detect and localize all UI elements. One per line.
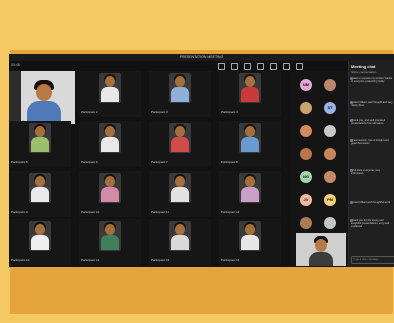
chat-message: It was brilliant, well thought and very … [350, 101, 393, 108]
participant-name: Participant 9 [11, 210, 28, 214]
participant-avatar [105, 224, 115, 235]
window-title: PRESENTATION MEETING [9, 54, 394, 61]
chat-message-text: Thank you, and well prepared presentatio… [351, 119, 386, 126]
participant-name: Participant 8 [221, 160, 238, 164]
participant-name: Participant 14 [81, 258, 100, 262]
participant-avatar [105, 76, 115, 87]
meeting-chat-panel: Meeting chat Show conversation Type a ne… [348, 61, 394, 267]
chat-message: Thank you for the lovely and insightful … [350, 219, 393, 229]
participant-avatar [105, 126, 115, 137]
participant-tile[interactable]: Participant 14 [79, 219, 141, 265]
participant-tile[interactable]: Participant 4 [219, 71, 281, 117]
participant-name: Participant 11 [151, 210, 170, 214]
sender-avatar-icon [350, 77, 353, 80]
participant-avatar [245, 126, 255, 137]
participant-avatar [175, 76, 185, 87]
participant-tile[interactable]: Participant 6 [79, 121, 141, 167]
roster-avatar[interactable] [324, 217, 336, 229]
participant-avatar [245, 176, 255, 187]
chat-icon[interactable] [231, 63, 238, 70]
chat-message-text: Great session, lots of insight and good … [351, 139, 389, 146]
participant-name: Participant 7 [151, 160, 168, 164]
roster-avatar[interactable]: NM [300, 79, 312, 91]
presenter-tile[interactable]: Presenter [9, 71, 75, 124]
participant-tile[interactable]: Participant 13 [9, 219, 71, 265]
participant-tile[interactable]: Participant 5 [9, 121, 71, 167]
roster-avatar[interactable]: JV [300, 194, 312, 206]
more-icon[interactable] [257, 63, 264, 70]
roster-avatar[interactable] [324, 148, 336, 160]
chat-subtitle[interactable]: Show conversation [351, 70, 376, 74]
roster-avatar[interactable] [324, 79, 336, 91]
people-icon[interactable] [218, 63, 225, 70]
participant-name: Participant 10 [81, 210, 100, 214]
participant-avatar [35, 224, 45, 235]
roster-avatar[interactable]: PM [324, 194, 336, 206]
participant-name: Participant 3 [151, 110, 168, 114]
camera-icon[interactable] [270, 63, 277, 70]
participant-avatar [175, 126, 185, 137]
chat-message-text: Well done everyone, very informative [351, 169, 381, 176]
roster-avatar[interactable] [300, 102, 312, 114]
participant-avatar [35, 126, 45, 137]
sender-avatar-icon [350, 169, 353, 172]
participant-avatar [175, 224, 185, 235]
participant-avatar [175, 176, 185, 187]
participant-tile[interactable]: Participant 11 [149, 171, 211, 217]
participant-avatar [245, 76, 255, 87]
participant-tile[interactable]: Participant 3 [149, 71, 211, 117]
meeting-toolbar: 00:46 [9, 61, 347, 71]
meeting-timer: 00:46 [11, 63, 20, 67]
participant-name: Participant 4 [221, 110, 238, 114]
participant-name: Participant 13 [11, 258, 30, 262]
chat-message: Well done everyone, very informative [350, 169, 393, 176]
chat-message-text: It was brilliant and thoughtful work [351, 201, 391, 204]
raise-hand-icon[interactable] [244, 63, 251, 70]
roster-avatar[interactable]: NG [300, 171, 312, 183]
chat-input[interactable]: Type a new message [351, 256, 394, 264]
participant-tile[interactable]: Participant 2 [79, 71, 141, 117]
chat-message-text: Thank you for the lovely and insightful … [351, 219, 390, 229]
participant-tile[interactable]: Participant 10 [79, 171, 141, 217]
participant-name: Participant 6 [81, 160, 98, 164]
sender-avatar-icon [350, 139, 353, 142]
roster-avatar[interactable] [324, 125, 336, 137]
participant-tile[interactable]: Participant 15 [149, 219, 211, 265]
sender-avatar-icon [350, 119, 353, 122]
chat-message: I want to express my sincere thanks to e… [350, 77, 393, 84]
chat-message: Great session, lots of insight and good … [350, 139, 393, 146]
sender-avatar-icon [350, 101, 353, 104]
share-icon[interactable] [296, 63, 303, 70]
participant-name: Participant 16 [221, 258, 240, 262]
roster-avatar[interactable] [300, 217, 312, 229]
roster-avatar[interactable] [300, 125, 312, 137]
participant-avatar [105, 176, 115, 187]
participant-avatar [245, 224, 255, 235]
participant-name: Participant 2 [81, 110, 98, 114]
participant-tile[interactable]: Participant 9 [9, 171, 71, 217]
participant-name: Participant 5 [11, 160, 28, 164]
presenter-avatar [36, 84, 52, 101]
participant-tile[interactable]: Participant 7 [149, 121, 211, 167]
participant-tile[interactable]: Participant 16 [219, 219, 281, 265]
participant-avatar [35, 176, 45, 187]
participant-tile[interactable]: Participant 8 [219, 121, 281, 167]
chat-title: Meeting chat [351, 64, 376, 69]
roster-avatar[interactable] [300, 148, 312, 160]
participant-tile[interactable]: Participant 12 [219, 171, 281, 217]
participant-name: Participant 12 [221, 210, 240, 214]
self-view [296, 233, 346, 266]
chat-message: It was brilliant and thoughtful work [350, 201, 393, 204]
meeting-window: PRESENTATION MEETING 00:46 Leave Present… [9, 54, 394, 267]
chat-message-text: I want to express my sincere thanks to e… [351, 77, 393, 84]
participant-name: Participant 15 [151, 258, 170, 262]
chat-message-text: It was brilliant, well thought and very … [351, 101, 393, 108]
sender-avatar-icon [350, 201, 353, 204]
chat-message: Thank you, and well prepared presentatio… [350, 119, 393, 126]
roster-avatar[interactable]: ST [324, 102, 336, 114]
sender-avatar-icon [350, 219, 353, 222]
video-grid: Presenter Participant 2 Participant 3 Part… [9, 71, 289, 266]
mic-icon[interactable] [283, 63, 290, 70]
roster-avatar[interactable] [324, 171, 336, 183]
